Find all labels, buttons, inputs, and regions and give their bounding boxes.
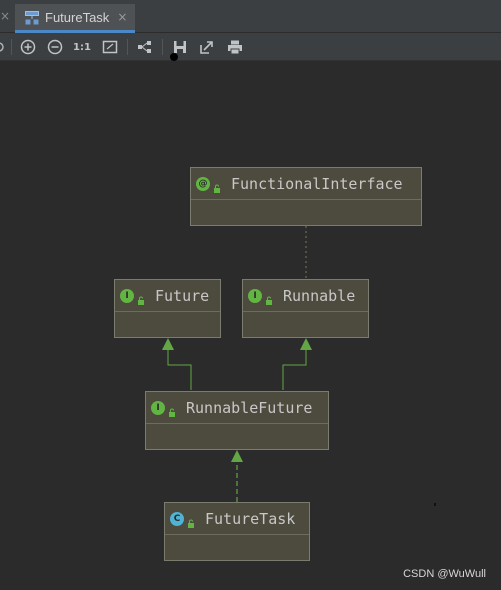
zoom-out-icon[interactable] [45,37,65,57]
extends-edge-future [167,347,192,390]
toolbar-separator [11,39,12,55]
node-future-task[interactable]: C FutureTask [164,502,310,561]
zoom-in-icon[interactable] [18,37,38,57]
lock-icon [137,291,147,305]
toolbar-separator [162,39,163,55]
node-label: FutureTask [205,509,296,528]
layout-icon[interactable] [135,37,155,57]
diagram-canvas[interactable]: @ FunctionalInterface I Future I Runnabl… [0,61,501,590]
export-icon[interactable] [197,37,217,57]
arrowhead-runnable [300,338,312,350]
lock-icon [168,403,178,417]
node-functional-interface[interactable]: @ FunctionalInterface [190,167,422,226]
stray-mark [434,503,436,506]
cursor-dot [170,53,178,61]
lock-icon [187,514,197,528]
interface-badge-icon: I [248,288,262,303]
previous-tab-close-icon[interactable]: × [0,9,10,23]
diagram-toolbar: 1:1 [0,33,501,61]
arrowhead-runnable-future [231,450,243,462]
tab-futuretask[interactable]: FutureTask × [15,4,135,33]
node-label: FunctionalInterface [231,174,403,193]
node-future[interactable]: I Future [114,279,221,338]
annotation-badge-icon: @ [196,176,210,191]
interface-badge-icon: I [120,288,134,303]
actual-size-icon[interactable]: 1:1 [72,37,92,57]
fit-content-icon[interactable] [100,37,120,57]
node-label: RunnableFuture [186,398,313,417]
tab-label: FutureTask [45,9,110,25]
node-label: Runnable [283,286,356,305]
class-badge-icon: C [170,511,184,526]
node-label: Future [155,286,210,305]
editor-tab-bar: × FutureTask × [0,0,501,33]
watermark: CSDN @WuWull [403,568,486,580]
interface-badge-icon: I [151,400,165,415]
diagram-file-icon [25,10,39,25]
arrowhead-future [162,338,174,350]
lock-icon [213,179,223,193]
print-icon[interactable] [225,37,245,57]
toolbar-separator [127,39,128,55]
extends-edge-runnable [282,347,307,390]
node-runnable-future[interactable]: I RunnableFuture [145,391,329,450]
node-runnable[interactable]: I Runnable [242,279,369,338]
tab-close-icon[interactable]: × [117,10,127,24]
lock-icon [265,291,275,305]
